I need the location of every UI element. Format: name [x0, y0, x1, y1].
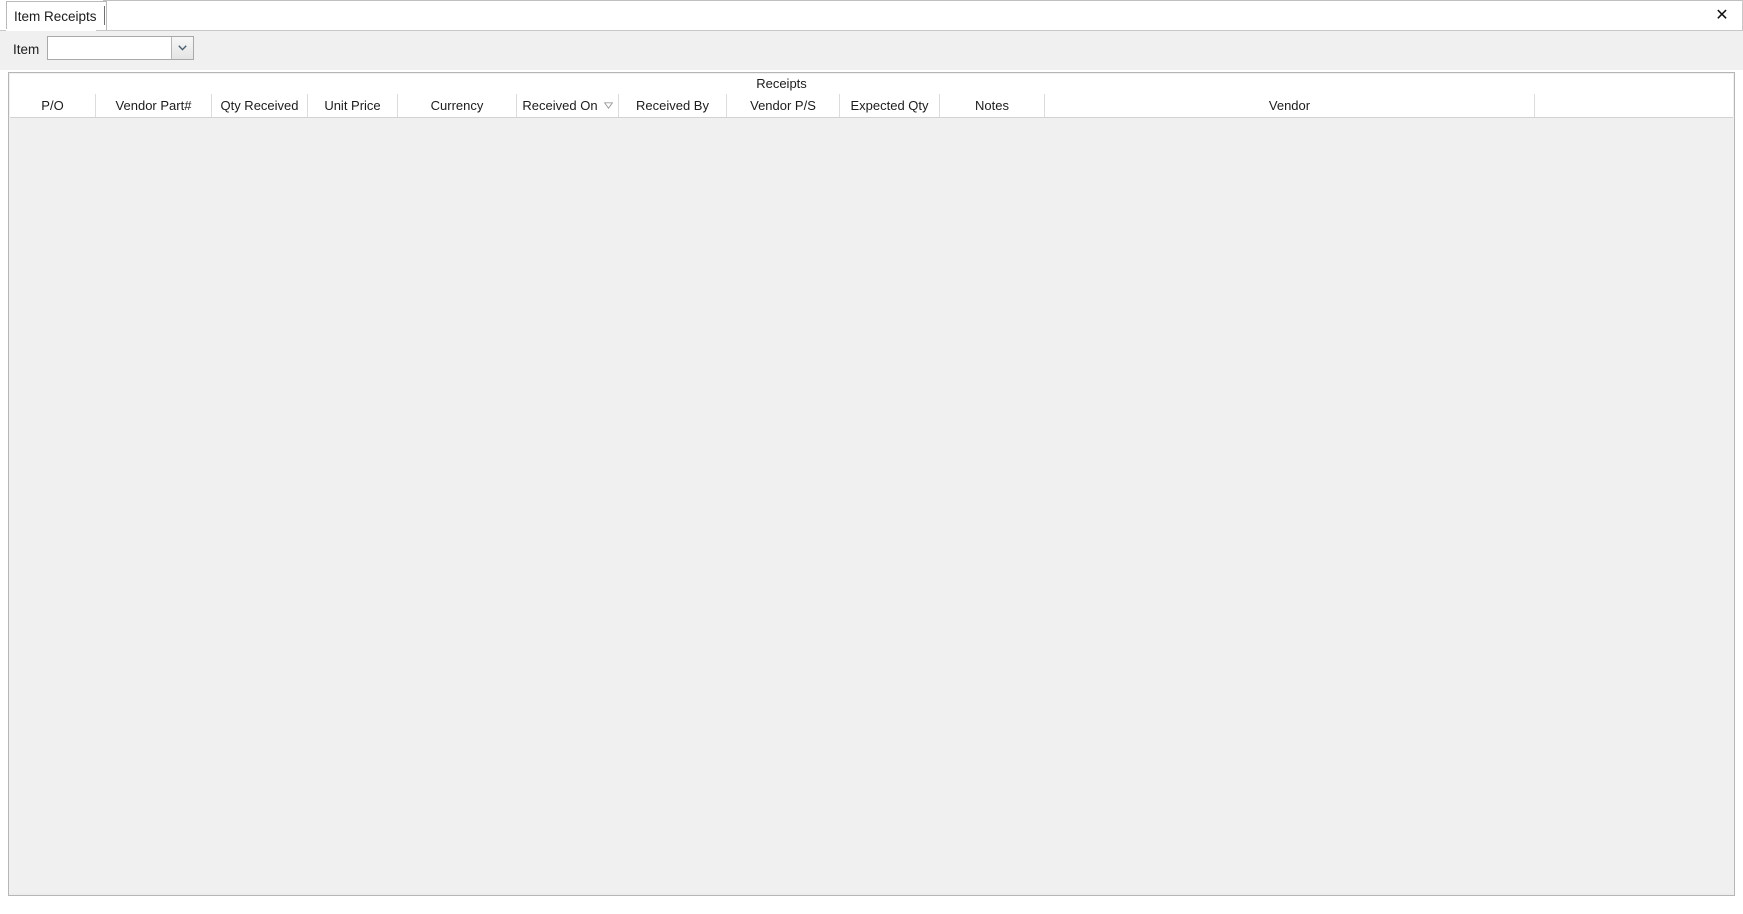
item-input[interactable]	[48, 37, 171, 59]
grid-header-cell[interactable]: Vendor	[1045, 94, 1535, 117]
filter-bar: Item	[0, 31, 1743, 70]
chevron-down-icon	[178, 45, 187, 51]
grid-header-cell[interactable]: Expected Qty	[840, 94, 940, 117]
grid-header-cell[interactable]: Currency	[398, 94, 517, 117]
grid-header-label: Vendor P/S	[750, 98, 816, 113]
grid-caption: Receipts	[10, 76, 1553, 91]
sort-descending-icon	[603, 102, 613, 109]
grid-header-cell[interactable]: Received By	[619, 94, 727, 117]
grid-header-cell[interactable]: P/O	[10, 94, 96, 117]
grid-body[interactable]	[10, 118, 1733, 894]
grid-header-label: Currency	[430, 98, 484, 113]
grid-header-cell[interactable]: Vendor Part#	[96, 94, 212, 117]
grid-header-label: Unit Price	[324, 98, 381, 113]
tab-strip: Item Receipts ✕	[0, 0, 1743, 31]
receipts-panel-inner: Receipts P/O Vendor Part# Qty Received Unit…	[10, 74, 1733, 894]
tab-label: Item Receipts	[14, 8, 97, 24]
grid-header-cell[interactable]: Notes	[940, 94, 1045, 117]
grid-header-label: Notes	[975, 98, 1009, 113]
grid-header-label: P/O	[41, 98, 64, 113]
tab-strip-caret	[104, 6, 105, 25]
grid-header-cell[interactable]: Vendor P/S	[727, 94, 840, 117]
grid-header-cell[interactable]: Qty Received	[212, 94, 308, 117]
tab-item-receipts[interactable]: Item Receipts	[6, 1, 107, 30]
grid-header-cell[interactable]: Received On	[517, 94, 619, 117]
item-combobox[interactable]	[47, 36, 194, 60]
grid-header-label: Vendor	[1268, 98, 1311, 113]
grid-header-label: Received By	[636, 98, 709, 113]
panel-bottom-shade	[10, 893, 1733, 895]
grid-header-label: Expected Qty	[850, 98, 929, 113]
grid-header-label: Received On	[522, 98, 598, 113]
receipts-panel: Receipts P/O Vendor Part# Qty Received Unit…	[8, 72, 1735, 896]
grid-header-row: P/O Vendor Part# Qty Received Unit Price Cur…	[10, 94, 1733, 118]
grid-header-cell[interactable]: Unit Price	[308, 94, 398, 117]
tab-strip-top-border	[103, 0, 1743, 1]
grid-header-label: Qty Received	[220, 98, 299, 113]
close-icon[interactable]: ✕	[1711, 4, 1733, 26]
tab-active-seam	[6, 29, 96, 31]
item-label: Item	[13, 42, 40, 57]
item-dropdown-button[interactable]	[171, 37, 193, 59]
grid-header-label: Vendor Part#	[115, 98, 192, 113]
